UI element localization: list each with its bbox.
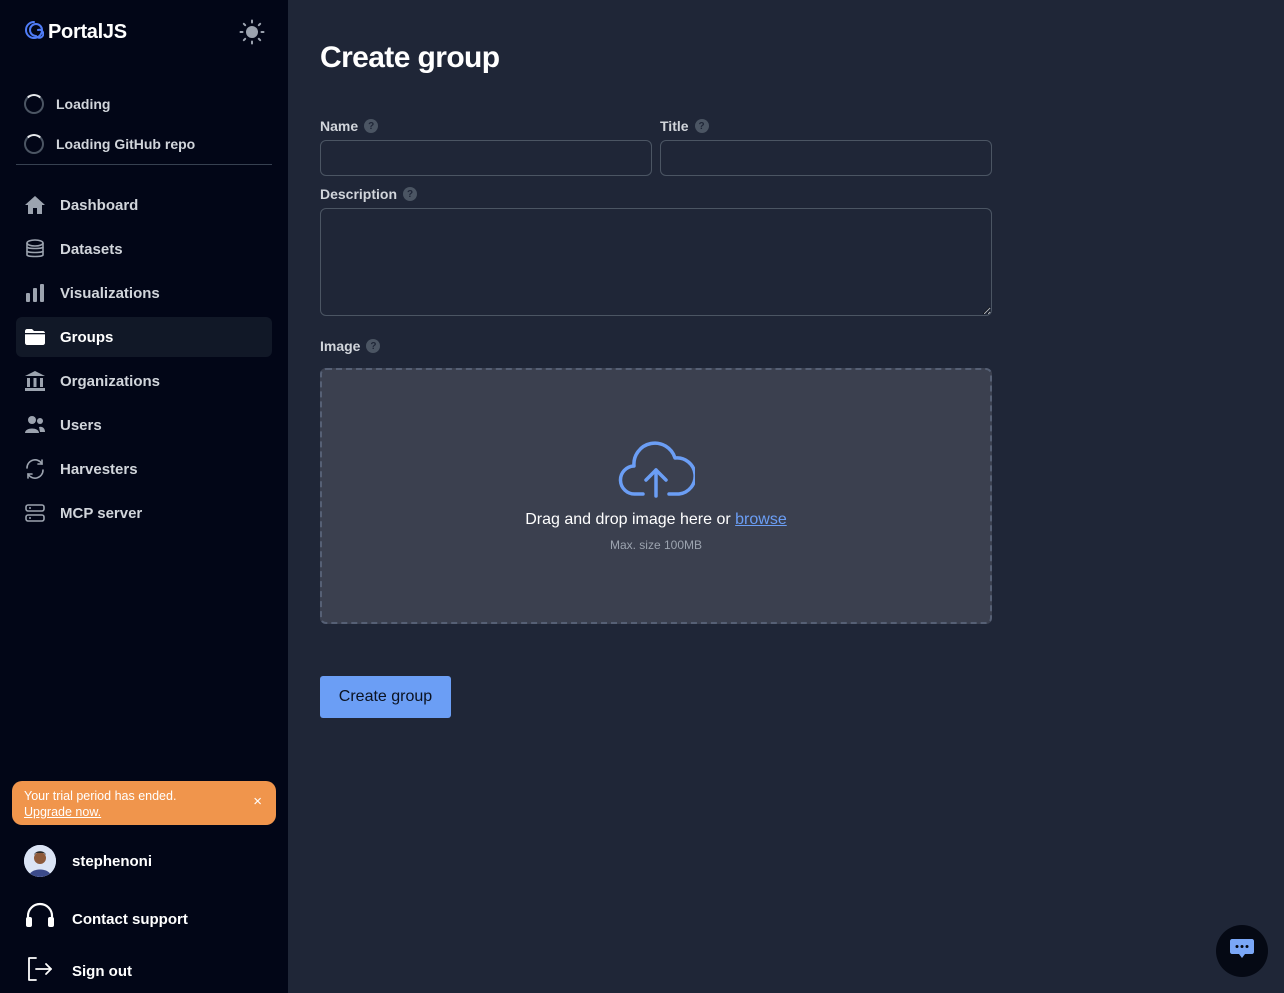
title-label-text: Title	[660, 118, 689, 134]
help-icon[interactable]: ?	[366, 339, 381, 353]
loading-label: Loading	[56, 96, 111, 112]
trial-banner: Your trial period has ended. Upgrade now…	[12, 781, 276, 825]
brand[interactable]: PortalJS	[24, 20, 127, 45]
username: stephenoni	[72, 852, 153, 870]
sign-out-label: Sign out	[72, 962, 132, 980]
refresh-icon	[24, 458, 46, 480]
name-label: Name ?	[320, 118, 379, 134]
sidebar-item-groups[interactable]: Groups	[16, 317, 272, 357]
sidebar-item-harvesters[interactable]: Harvesters	[16, 449, 272, 489]
spinner-icon	[24, 94, 44, 114]
help-icon[interactable]: ?	[364, 119, 379, 133]
loading-status: Loading	[24, 94, 110, 114]
bar-chart-icon	[24, 282, 46, 304]
avatar	[24, 845, 56, 877]
portaljs-logo-icon	[24, 20, 45, 45]
sidebar: PortalJS Loading Loading GitHub repo Das…	[0, 0, 288, 993]
brand-name: PortalJS	[48, 21, 127, 43]
image-dropzone[interactable]: Drag and drop image here or browse Max. …	[320, 368, 992, 624]
name-label-text: Name	[320, 118, 359, 134]
contact-support-label: Contact support	[72, 910, 188, 928]
image-label-text: Image	[320, 338, 361, 354]
sidebar-item-label: Organizations	[60, 372, 161, 390]
sidebar-item-label: Datasets	[60, 240, 123, 258]
contact-support-link[interactable]: Contact support	[24, 902, 188, 936]
dropzone-text: Drag and drop image here or browse	[525, 511, 786, 529]
database-icon	[24, 238, 46, 260]
page-title: Create group	[320, 41, 500, 74]
loading-github-status: Loading GitHub repo	[24, 134, 195, 154]
sidebar-divider	[16, 164, 272, 165]
dropzone-hint: Max. size 100MB	[609, 538, 703, 552]
description-textarea[interactable]	[320, 208, 992, 316]
sidebar-item-datasets[interactable]: Datasets	[16, 229, 272, 269]
headset-icon	[24, 902, 56, 936]
sidebar-item-visualizations[interactable]: Visualizations	[16, 273, 272, 313]
sidebar-item-organizations[interactable]: Organizations	[16, 361, 272, 401]
sidebar-item-dashboard[interactable]: Dashboard	[16, 185, 272, 225]
close-icon[interactable]: ×	[253, 794, 262, 810]
users-icon	[24, 414, 46, 436]
sidebar-item-users[interactable]: Users	[16, 405, 272, 445]
sidebar-item-mcp-server[interactable]: MCP server	[16, 493, 272, 533]
title-input[interactable]	[660, 140, 992, 176]
sidebar-item-label: Harvesters	[60, 460, 138, 478]
spinner-icon	[24, 134, 44, 154]
sign-out-link[interactable]: Sign out	[24, 955, 132, 987]
user-profile[interactable]: stephenoni	[24, 845, 152, 877]
title-label: Title ?	[660, 118, 709, 134]
trial-message: Your trial period has ended.	[24, 789, 177, 803]
building-icon	[24, 370, 46, 392]
sign-out-icon	[24, 955, 56, 987]
sidebar-item-label: MCP server	[60, 504, 143, 522]
description-label: Description ?	[320, 186, 418, 202]
help-icon[interactable]: ?	[694, 119, 709, 133]
sidebar-item-label: Visualizations	[60, 284, 160, 302]
sidebar-item-label: Groups	[60, 328, 114, 346]
dropzone-instruction: Drag and drop image here or	[525, 511, 731, 528]
help-icon[interactable]: ?	[403, 187, 418, 201]
description-label-text: Description	[320, 186, 398, 202]
name-input[interactable]	[320, 140, 652, 176]
sun-icon[interactable]	[239, 19, 265, 45]
browse-link[interactable]: browse	[735, 511, 787, 528]
cloud-upload-icon	[617, 440, 697, 505]
loading-github-label: Loading GitHub repo	[56, 136, 196, 152]
sidebar-item-label: Users	[60, 416, 102, 434]
chat-icon	[1229, 937, 1255, 966]
image-label: Image ?	[320, 338, 381, 354]
upgrade-link[interactable]: Upgrade now.	[24, 805, 101, 819]
server-icon	[24, 502, 46, 524]
create-group-button[interactable]: Create group	[320, 676, 451, 718]
home-icon	[24, 194, 46, 216]
chat-button[interactable]	[1216, 925, 1268, 977]
folder-icon	[24, 326, 46, 348]
sidebar-item-label: Dashboard	[60, 196, 139, 214]
